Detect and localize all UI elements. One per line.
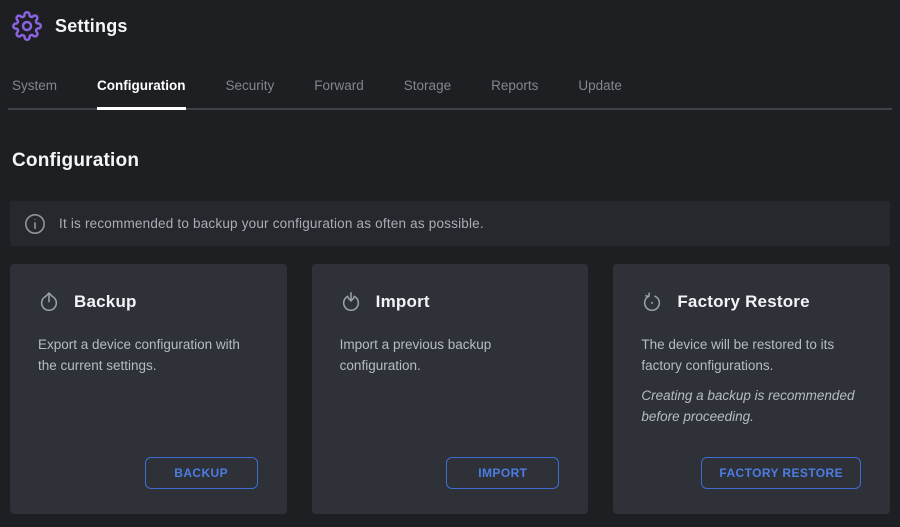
info-icon [24,213,46,235]
tab-storage[interactable]: Storage [404,77,451,108]
page-title: Configuration [12,150,888,172]
backup-card-header: Backup [38,291,258,313]
import-card-title: Import [376,292,430,312]
app-header: Settings [0,0,900,41]
backup-export-icon [38,291,60,313]
factory-restore-card-header: Factory Restore [641,291,861,313]
factory-restore-card-title: Factory Restore [677,292,809,312]
factory-restore-button[interactable]: FACTORY RESTORE [701,457,861,489]
tab-reports[interactable]: Reports [491,77,538,108]
factory-restore-card-description: The device will be restored to its facto… [641,334,861,376]
import-download-icon [340,291,362,313]
info-banner: It is recommended to backup your configu… [10,201,890,246]
tab-configuration[interactable]: Configuration [97,77,185,108]
gear-icon [12,11,42,41]
factory-restore-card-note: Creating a backup is recommended before … [641,385,861,427]
tab-system[interactable]: System [12,77,57,108]
cards-row: Backup Export a device configuration wit… [10,264,890,514]
tab-security[interactable]: Security [226,77,275,108]
backup-card: Backup Export a device configuration wit… [10,264,287,514]
backup-card-description: Export a device configuration with the c… [38,334,258,376]
banner-text: It is recommended to backup your configu… [59,216,484,231]
backup-button[interactable]: BACKUP [145,457,258,489]
import-button[interactable]: IMPORT [446,457,559,489]
tab-forward[interactable]: Forward [314,77,364,108]
factory-restore-icon [641,291,663,313]
tab-update[interactable]: Update [578,77,622,108]
app-title: Settings [55,16,128,37]
import-card-header: Import [340,291,560,313]
tab-bar: System Configuration Security Forward St… [8,77,892,110]
import-card-description: Import a previous backup configuration. [340,334,560,376]
factory-restore-card: Factory Restore The device will be resto… [613,264,890,514]
import-card: Import Import a previous backup configur… [312,264,589,514]
backup-card-title: Backup [74,292,137,312]
